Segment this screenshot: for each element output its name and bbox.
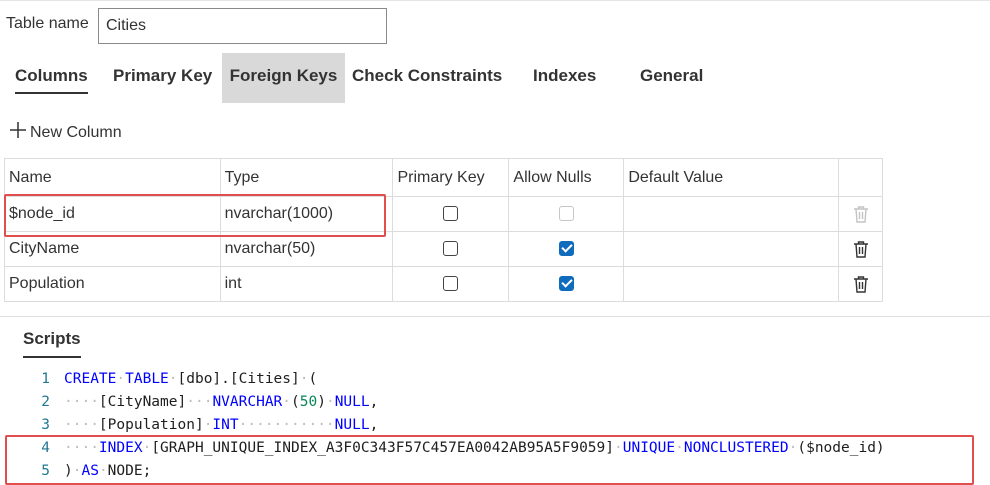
column-type-cell[interactable]: nvarchar(50) <box>219 231 394 267</box>
trash-icon[interactable] <box>853 275 869 293</box>
default-value-cell[interactable] <box>623 266 840 302</box>
allow-nulls-cell <box>508 266 625 302</box>
line-number: 4 <box>41 440 50 456</box>
tab-indexes[interactable]: Indexes <box>533 53 596 103</box>
primary-key-cell <box>392 266 510 302</box>
section-divider <box>0 316 990 317</box>
default-value-cell[interactable] <box>623 231 840 267</box>
new-column-label: New Column <box>30 124 122 141</box>
primary-key-cell <box>392 196 510 232</box>
line-number: 5 <box>41 463 50 479</box>
table-row: CityName nvarchar(50) <box>4 231 883 267</box>
code-line: )·AS·NODE; <box>64 463 152 479</box>
column-name-cell[interactable]: Population <box>4 266 221 302</box>
delete-cell <box>838 231 883 267</box>
code-line: ····[Population]·INT···········NULL, <box>64 417 379 433</box>
scripts-title: Scripts <box>23 329 81 348</box>
default-value-cell[interactable] <box>623 196 840 232</box>
columns-grid: Name Type Primary Key Allow Nulls Defaul… <box>4 158 883 302</box>
table-name-label: Table name <box>6 15 89 32</box>
top-divider <box>0 0 990 1</box>
column-name-cell[interactable]: CityName <box>4 231 221 267</box>
code-line: ····INDEX·[GRAPH_UNIQUE_INDEX_A3F0C343F5… <box>64 440 885 456</box>
code-line: CREATE·TABLE·[dbo].[Cities]·( <box>64 371 318 387</box>
primary-key-checkbox[interactable] <box>443 276 459 292</box>
allow-nulls-cell <box>508 231 625 267</box>
column-name-cell[interactable]: $node_id <box>4 196 221 232</box>
header-primary-key: Primary Key <box>392 158 510 197</box>
allow-nulls-checkbox[interactable] <box>558 241 574 257</box>
header-name: Name <box>4 158 221 197</box>
delete-cell <box>838 196 883 232</box>
primary-key-checkbox[interactable] <box>443 241 459 257</box>
trash-icon <box>853 206 868 223</box>
header-default-value: Default Value <box>623 158 840 197</box>
table-name-input[interactable] <box>98 8 387 44</box>
scripts-title-underline <box>23 356 81 358</box>
new-column-button[interactable]: New Column <box>8 120 122 142</box>
column-type-cell[interactable]: nvarchar(1000) <box>219 196 394 232</box>
tab-columns[interactable]: Columns <box>15 53 88 103</box>
line-number: 2 <box>41 394 50 410</box>
primary-key-cell <box>392 231 510 267</box>
grid-header-row: Name Type Primary Key Allow Nulls Defaul… <box>4 158 883 197</box>
header-actions <box>838 158 883 197</box>
line-number: 3 <box>41 417 50 433</box>
allow-nulls-checkbox <box>558 206 574 222</box>
column-type-cell[interactable]: int <box>219 266 394 302</box>
delete-cell <box>838 266 883 302</box>
allow-nulls-cell <box>508 196 625 232</box>
plus-icon <box>10 122 26 138</box>
tab-foreign-keys[interactable]: Foreign Keys <box>222 53 345 103</box>
header-allow-nulls: Allow Nulls <box>508 158 625 197</box>
tab-primary-key[interactable]: Primary Key <box>113 53 212 103</box>
tab-general[interactable]: General <box>640 53 703 103</box>
tab-check-constraints[interactable]: Check Constraints <box>352 53 502 103</box>
header-type: Type <box>219 158 394 197</box>
table-row: $node_id nvarchar(1000) <box>4 196 883 232</box>
code-line: ····[CityName]···NVARCHAR·(50)·NULL, <box>64 394 379 410</box>
line-number: 1 <box>41 371 50 387</box>
allow-nulls-checkbox[interactable] <box>558 276 574 292</box>
primary-key-checkbox[interactable] <box>443 206 459 222</box>
trash-icon[interactable] <box>853 240 869 258</box>
table-row: Population int <box>4 266 883 302</box>
